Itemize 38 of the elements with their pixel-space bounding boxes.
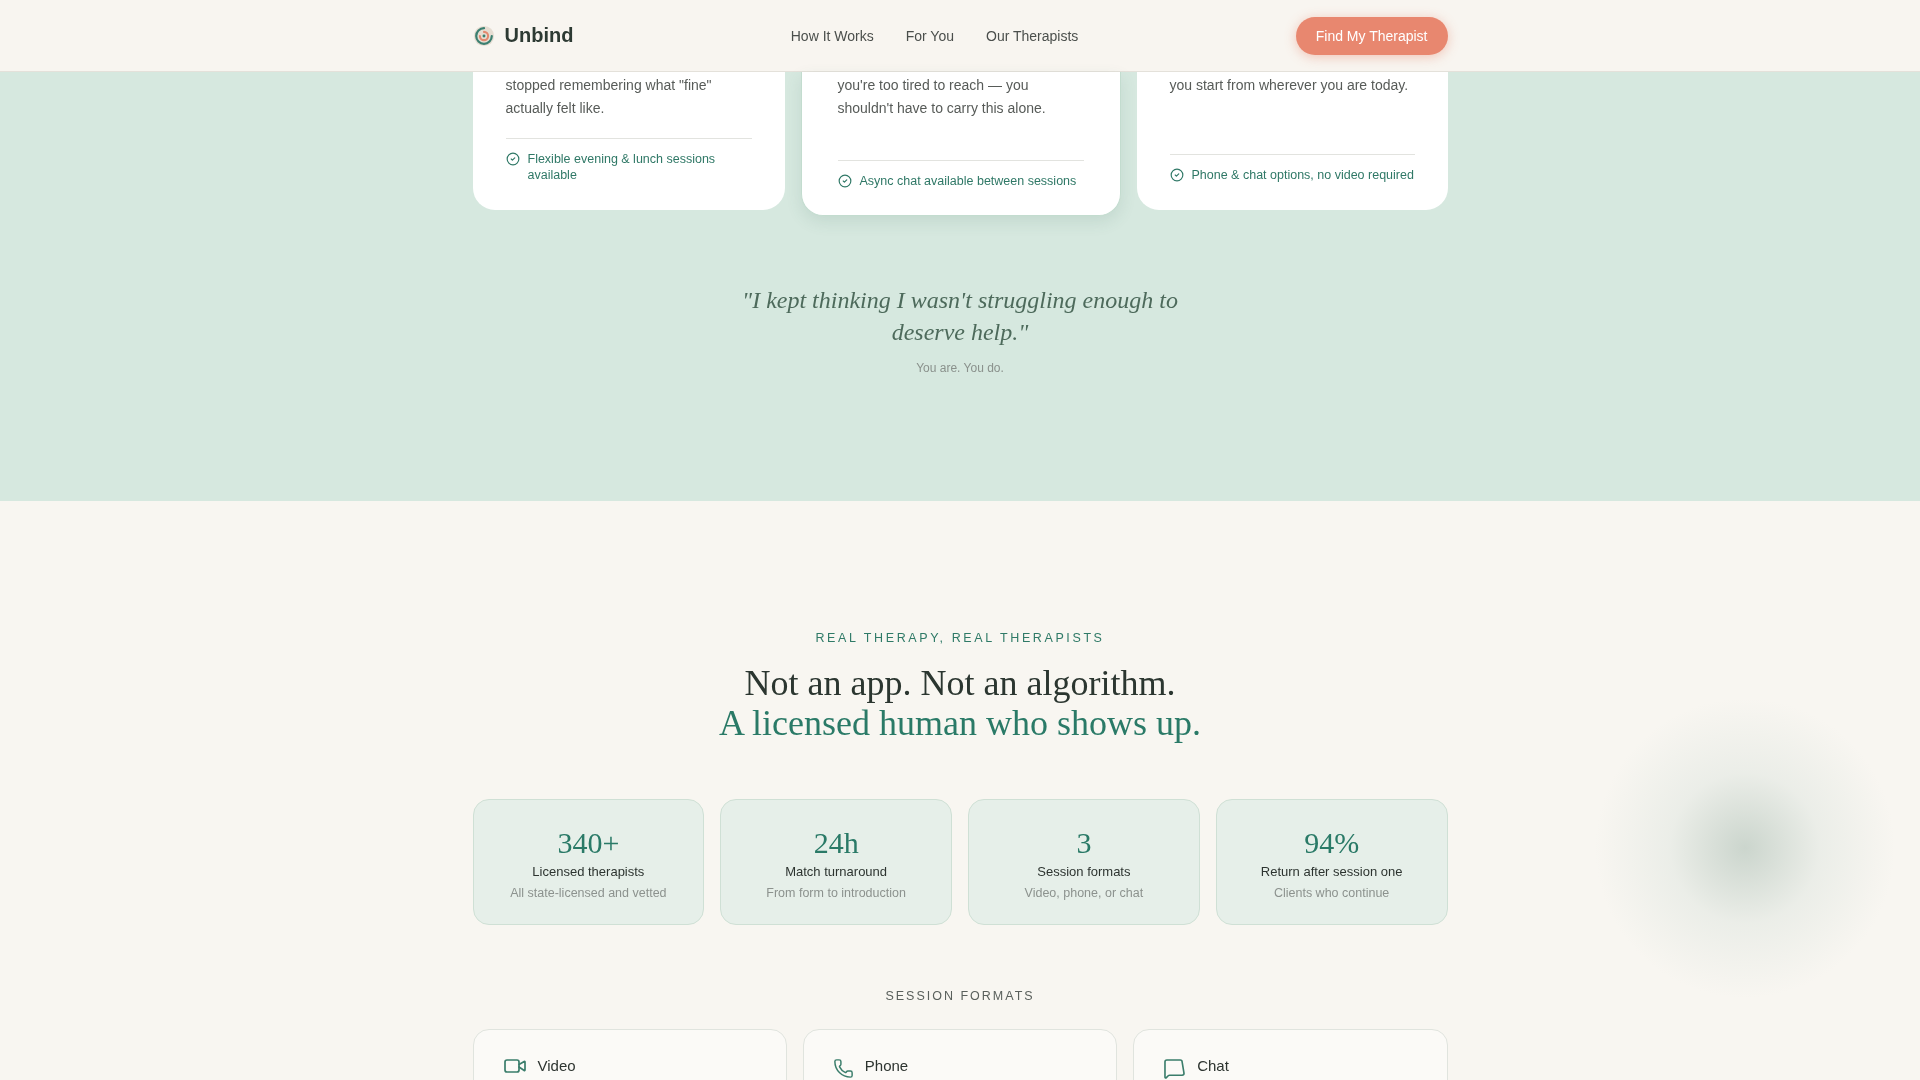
section-eyebrow: REAL THERAPY, REAL THERAPISTS: [815, 630, 1105, 646]
card-description: you're too tired to reach — you shouldn't have to carry this alone.: [837, 76, 1047, 118]
brand-name: Unbind: [504, 24, 574, 47]
stat-value: 24h: [813, 826, 859, 860]
formats-heading: SESSION FORMATS: [885, 988, 1035, 1004]
stat-label: Session formats: [1037, 863, 1131, 881]
feature-note: Phone & chat options, no video required: [1191, 167, 1414, 183]
swirl-logo-icon: [472, 24, 495, 47]
feature-note: Async chat available between sessions: [859, 173, 1077, 189]
stat-note: From form to introduction: [766, 885, 906, 902]
card-description: you start from wherever you are today.: [1169, 76, 1410, 95]
phone-icon: [833, 1059, 853, 1078]
stat-value: 340+: [557, 826, 620, 860]
stat-note: Video, phone, or chat: [1024, 885, 1144, 902]
chat-bubble-icon: [1164, 1059, 1186, 1079]
section-headline: Not an app. Not an algorithm.: [744, 663, 1176, 703]
format-title: Video: [537, 1056, 576, 1076]
nav-link[interactable]: For You: [905, 27, 954, 44]
stat-value: 3: [1076, 826, 1092, 860]
testimonial-quote: "I kept thinking I wasn't struggling enough to deserve help.": [741, 286, 1179, 347]
section-headline-accent: A licensed human who shows up.: [719, 703, 1201, 743]
nav-link[interactable]: How It Works: [790, 27, 874, 44]
format-title: Phone: [864, 1056, 909, 1076]
stat-label: Match turnaround: [785, 863, 888, 881]
card-description: stopped remembering what "fine" actually felt like.: [505, 76, 713, 118]
stat-label: Return after session one: [1260, 863, 1403, 881]
stat-note: Clients who continue: [1273, 885, 1390, 902]
video-camera-icon: [503, 1059, 526, 1073]
stat-value: 94%: [1304, 826, 1360, 860]
check-circle-icon: [505, 152, 520, 166]
format-title: Chat: [1197, 1056, 1229, 1076]
quote-caption: You are. You do.: [916, 361, 1004, 375]
stat-label: Licensed therapists: [532, 863, 645, 881]
stat-note: All state-licensed and vetted: [510, 885, 667, 902]
check-circle-icon: [1169, 168, 1184, 182]
nav-link[interactable]: Our Therapists: [986, 27, 1079, 44]
check-circle-icon: [837, 174, 852, 188]
feature-note: Flexible evening & lunch sessions available: [527, 151, 717, 183]
